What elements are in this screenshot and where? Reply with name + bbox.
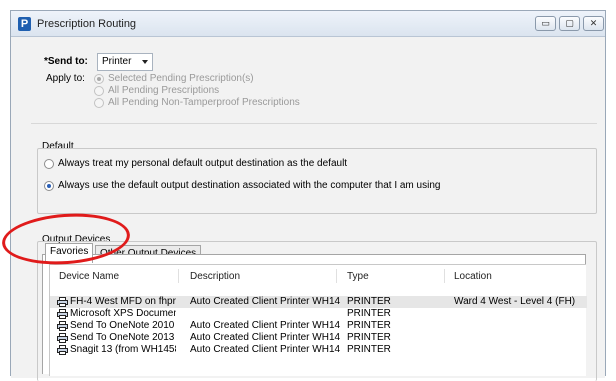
table-row[interactable]: FH-4 West MFD on fhpri... Auto Created C… (50, 296, 587, 308)
apply-all-radio[interactable] (94, 86, 104, 96)
divider (31, 123, 597, 124)
column-divider (336, 269, 337, 283)
apply-all-label: All Pending Prescriptions (108, 85, 220, 96)
printer-icon (57, 345, 68, 355)
device-description: Auto Created Client Printer WH14... (190, 332, 340, 343)
send-to-label: *Send to: (44, 56, 88, 67)
printer-icon (57, 297, 68, 307)
close-icon: ✕ (589, 18, 598, 28)
device-name: Send To OneNote 2013 ... (70, 332, 176, 343)
tab-favorites[interactable]: Favories (45, 243, 94, 263)
column-header-description[interactable]: Description (190, 271, 240, 282)
device-location: Ward 4 West - Level 4 (FH) (454, 296, 576, 307)
table-row[interactable]: Send To OneNote 2013 ... Auto Created Cl… (50, 332, 587, 344)
column-divider (444, 269, 445, 283)
column-divider (178, 269, 179, 283)
column-header-device-name[interactable]: Device Name (59, 271, 119, 282)
device-description: Auto Created Client Printer WH14... (190, 320, 340, 331)
device-type: PRINTER (347, 332, 391, 343)
minimize-icon: ▭ (541, 18, 550, 28)
column-header-type[interactable]: Type (347, 271, 369, 282)
device-type: PRINTER (347, 344, 391, 355)
title-bar[interactable]: P Prescription Routing ▭ ▢ ✕ (11, 11, 605, 37)
window-title: Prescription Routing (37, 18, 137, 30)
device-description: Auto Created Client Printer WH14... (190, 296, 340, 307)
close-button[interactable]: ✕ (583, 16, 604, 31)
device-name: Snagit 13 (from WH1458... (70, 344, 176, 355)
device-type: PRINTER (347, 296, 391, 307)
printer-icon (57, 333, 68, 343)
maximize-button[interactable]: ▢ (559, 16, 580, 31)
device-type: PRINTER (347, 308, 391, 319)
device-name: FH-4 West MFD on fhpri... (70, 296, 176, 307)
table-row[interactable]: Microsoft XPS Documen... PRINTER (50, 308, 587, 320)
column-header-location[interactable]: Location (454, 271, 492, 282)
apply-to-label: Apply to: (46, 73, 85, 84)
device-name: Microsoft XPS Documen... (70, 308, 176, 319)
personal-default-label: Always treat my personal default output … (58, 158, 348, 169)
apply-selected-label: Selected Pending Prescription(s) (108, 73, 254, 84)
chevron-down-icon (142, 60, 148, 64)
app-icon: P (18, 17, 31, 31)
send-to-value: Printer (102, 56, 132, 67)
apply-selected-radio[interactable] (94, 74, 104, 84)
device-type: PRINTER (347, 320, 391, 331)
apply-non-tamperproof-radio[interactable] (94, 98, 104, 108)
device-list: Device Name Description Type Location FH… (49, 264, 587, 376)
personal-default-radio[interactable] (44, 159, 54, 169)
apply-non-tamperproof-label: All Pending Non-Tamperproof Prescription… (108, 97, 300, 108)
minimize-button[interactable]: ▭ (535, 16, 556, 31)
printer-icon (57, 309, 68, 319)
device-name: Send To OneNote 2010 ... (70, 320, 176, 331)
table-row[interactable]: Snagit 13 (from WH1458... Auto Created C… (50, 344, 587, 356)
send-to-dropdown[interactable]: Printer (97, 53, 153, 71)
device-description: Auto Created Client Printer WH14... (190, 344, 340, 355)
maximize-icon: ▢ (565, 18, 574, 28)
printer-icon (57, 321, 68, 331)
table-row[interactable]: Send To OneNote 2010 ... Auto Created Cl… (50, 320, 587, 332)
computer-default-label: Always use the default output destinatio… (58, 180, 441, 191)
computer-default-radio[interactable] (44, 181, 54, 191)
